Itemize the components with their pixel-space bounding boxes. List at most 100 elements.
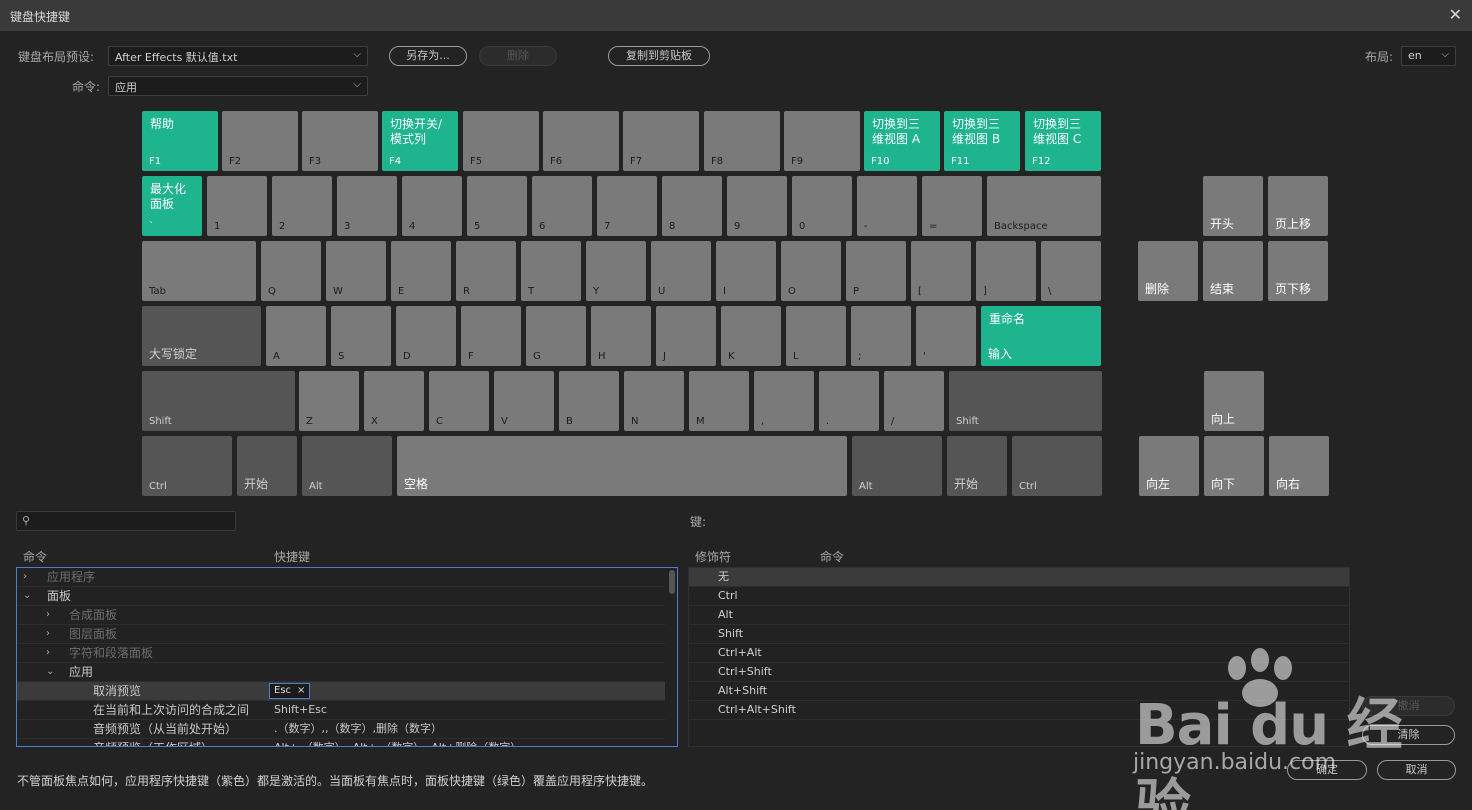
chevron-right-icon[interactable]: › bbox=[46, 625, 50, 643]
chevron-right-icon[interactable]: › bbox=[46, 644, 50, 662]
tree-row[interactable]: › 图层面板 bbox=[17, 625, 665, 644]
key-f3[interactable]: F3 bbox=[302, 111, 378, 171]
chevron-right-icon[interactable]: › bbox=[46, 606, 50, 624]
key-s[interactable]: S bbox=[331, 306, 391, 366]
delete-preset-button[interactable]: 删除 bbox=[479, 46, 557, 66]
key-lalt[interactable]: Alt bbox=[302, 436, 392, 496]
key-9[interactable]: 9 bbox=[727, 176, 787, 236]
modifier-row[interactable]: 无 bbox=[689, 568, 1349, 587]
key-f[interactable]: F bbox=[461, 306, 521, 366]
chevron-down-icon[interactable]: ⌄ bbox=[46, 663, 54, 681]
key-u[interactable]: U bbox=[651, 241, 711, 301]
command-tree[interactable]: › 应用程序 ⌄ 面板 › 合成面板 › 图层面板 › 字符和段落面板 ⌄ 应用… bbox=[16, 567, 678, 747]
shortcut-value[interactable]: Alt+.（数字）, Alt+,（数字）, Alt+删除（数字） bbox=[274, 739, 521, 746]
tree-scrollbar[interactable] bbox=[669, 570, 675, 594]
key-backslash[interactable]: \ bbox=[1041, 241, 1101, 301]
key-right[interactable]: 向右 bbox=[1269, 436, 1329, 496]
key-t[interactable]: T bbox=[521, 241, 581, 301]
key-e[interactable]: E bbox=[391, 241, 451, 301]
column-header-shortcut[interactable]: 快捷键 bbox=[274, 548, 310, 565]
key-r[interactable]: R bbox=[456, 241, 516, 301]
key-f11[interactable]: 切换到三 维视图 B F11 bbox=[944, 111, 1020, 171]
column-header-mod-command[interactable]: 命令 bbox=[820, 548, 844, 565]
key-enter[interactable]: 重命名 输入 bbox=[981, 306, 1101, 366]
tree-row[interactable]: › 字符和段落面板 bbox=[17, 644, 665, 663]
key-grave[interactable]: 最大化 面板 ` bbox=[142, 176, 202, 236]
key-semicolon[interactable]: ; bbox=[851, 306, 911, 366]
tree-row-selected[interactable]: 取消预览 Esc × bbox=[17, 682, 665, 701]
key-3[interactable]: 3 bbox=[337, 176, 397, 236]
key-6[interactable]: 6 bbox=[532, 176, 592, 236]
key-up[interactable]: 向上 bbox=[1204, 371, 1264, 431]
key-down[interactable]: 向下 bbox=[1204, 436, 1264, 496]
key-ralt[interactable]: Alt bbox=[852, 436, 942, 496]
key-lshift[interactable]: Shift bbox=[142, 371, 295, 431]
key-lbracket[interactable]: [ bbox=[911, 241, 971, 301]
key-8[interactable]: 8 bbox=[662, 176, 722, 236]
key-period[interactable]: . bbox=[819, 371, 879, 431]
tree-row[interactable]: › 应用程序 bbox=[17, 568, 665, 587]
key-j[interactable]: J bbox=[656, 306, 716, 366]
close-icon[interactable]: ✕ bbox=[1449, 5, 1462, 24]
command-dropdown[interactable]: 应用 ⌵ bbox=[108, 76, 368, 96]
key-f12[interactable]: 切换到三 维视图 C F12 bbox=[1025, 111, 1101, 171]
tree-row[interactable]: 音频预览（从当前处开始） .（数字）,,（数字）,删除（数字） bbox=[17, 720, 665, 739]
key-w[interactable]: W bbox=[326, 241, 386, 301]
layout-dropdown[interactable]: en ⌵ bbox=[1401, 46, 1456, 66]
save-as-button[interactable]: 另存为... bbox=[389, 46, 467, 66]
key-slash[interactable]: / bbox=[884, 371, 944, 431]
tree-row[interactable]: 音频预览（工作区域） Alt+.（数字）, Alt+,（数字）, Alt+删除（… bbox=[17, 739, 665, 746]
key-f7[interactable]: F7 bbox=[623, 111, 699, 171]
key-rbracket[interactable]: ] bbox=[976, 241, 1036, 301]
shortcut-value[interactable]: .（数字）,,（数字）,删除（数字） bbox=[274, 720, 442, 738]
key-k[interactable]: K bbox=[721, 306, 781, 366]
key-2[interactable]: 2 bbox=[272, 176, 332, 236]
tree-row[interactable]: 在当前和上次访问的合成之间 Shift+Esc bbox=[17, 701, 665, 720]
chevron-right-icon[interactable]: › bbox=[23, 568, 27, 586]
key-f5[interactable]: F5 bbox=[463, 111, 539, 171]
key-equal[interactable]: = bbox=[922, 176, 982, 236]
key-z[interactable]: Z bbox=[299, 371, 359, 431]
key-lwin[interactable]: 开始 bbox=[237, 436, 297, 496]
key-x[interactable]: X bbox=[364, 371, 424, 431]
key-home[interactable]: 开头 bbox=[1203, 176, 1263, 236]
column-header-command[interactable]: 命令 bbox=[23, 548, 47, 565]
key-d[interactable]: D bbox=[396, 306, 456, 366]
key-end[interactable]: 结束 bbox=[1203, 241, 1263, 301]
search-input[interactable]: ⚲ bbox=[16, 511, 236, 531]
key-1[interactable]: 1 bbox=[207, 176, 267, 236]
key-b[interactable]: B bbox=[559, 371, 619, 431]
key-delete[interactable]: 删除 bbox=[1138, 241, 1198, 301]
key-h[interactable]: H bbox=[591, 306, 651, 366]
key-f6[interactable]: F6 bbox=[543, 111, 619, 171]
key-5[interactable]: 5 bbox=[467, 176, 527, 236]
key-l[interactable]: L bbox=[786, 306, 846, 366]
key-y[interactable]: Y bbox=[586, 241, 646, 301]
key-4[interactable]: 4 bbox=[402, 176, 462, 236]
key-7[interactable]: 7 bbox=[597, 176, 657, 236]
key-left[interactable]: 向左 bbox=[1139, 436, 1199, 496]
tree-row[interactable]: ⌄ 面板 bbox=[17, 587, 665, 606]
shortcut-chip[interactable]: Esc × bbox=[269, 683, 311, 699]
modifier-row[interactable]: Ctrl bbox=[689, 587, 1349, 606]
modifier-row[interactable]: Alt bbox=[689, 606, 1349, 625]
shortcut-value[interactable]: Shift+Esc bbox=[274, 701, 327, 719]
remove-shortcut-icon[interactable]: × bbox=[297, 685, 305, 696]
key-f2[interactable]: F2 bbox=[222, 111, 298, 171]
preset-dropdown[interactable]: After Effects 默认值.txt ⌵ bbox=[108, 46, 368, 66]
key-m[interactable]: M bbox=[689, 371, 749, 431]
key-f10[interactable]: 切换到三 维视图 A F10 bbox=[864, 111, 940, 171]
modifier-row[interactable]: Shift bbox=[689, 625, 1349, 644]
key-rwin[interactable]: 开始 bbox=[947, 436, 1007, 496]
key-f4[interactable]: 切换开关/ 模式列 F4 bbox=[382, 111, 458, 171]
key-o[interactable]: O bbox=[781, 241, 841, 301]
key-g[interactable]: G bbox=[526, 306, 586, 366]
key-0[interactable]: 0 bbox=[792, 176, 852, 236]
key-q[interactable]: Q bbox=[261, 241, 321, 301]
key-c[interactable]: C bbox=[429, 371, 489, 431]
key-v[interactable]: V bbox=[494, 371, 554, 431]
key-capslock[interactable]: 大写锁定 bbox=[142, 306, 261, 366]
key-p[interactable]: P bbox=[846, 241, 906, 301]
copy-clipboard-button[interactable]: 复制到剪贴板 bbox=[608, 46, 710, 66]
key-rshift[interactable]: Shift bbox=[949, 371, 1102, 431]
